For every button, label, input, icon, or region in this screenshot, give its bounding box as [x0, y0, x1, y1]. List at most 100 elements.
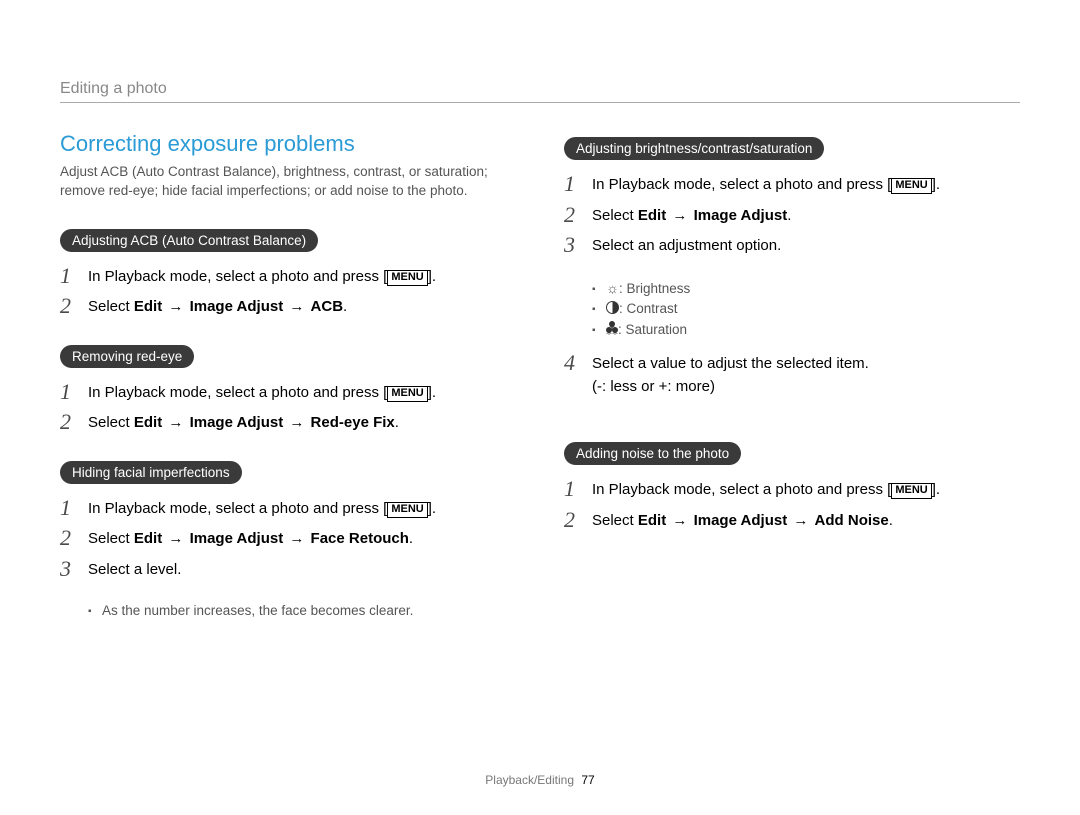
text: ].: [428, 384, 436, 401]
steps-redeye: 1 In Playback mode, select a photo and p…: [60, 380, 516, 435]
bold-text: Image Adjust: [190, 298, 284, 315]
step-text: In Playback mode, select a photo and pre…: [88, 496, 516, 521]
step: 2 Select Edit → Image Adjust → Face Reto…: [60, 526, 516, 551]
step: 1 In Playback mode, select a photo and p…: [564, 477, 1020, 502]
running-header: Editing a photo: [60, 80, 1020, 98]
text: Select: [88, 414, 130, 431]
text: ].: [428, 500, 436, 517]
text: In Playback mode, select a photo and pre…: [88, 500, 387, 517]
step: 3 Select an adjustment option.: [564, 233, 1020, 258]
menu-button-icon: MENU: [387, 386, 427, 402]
step: 2 Select Edit → Image Adjust.: [564, 203, 1020, 228]
note-list: As the number increases, the face become…: [60, 601, 516, 622]
menu-button-icon: MENU: [387, 270, 427, 286]
step-number: 4: [564, 351, 592, 375]
note-item: As the number increases, the face become…: [88, 601, 516, 622]
page-footer: Playback/Editing 77: [0, 773, 1080, 787]
arrow-icon: →: [670, 512, 689, 529]
step: 3 Select a level.: [60, 557, 516, 582]
step-text: Select Edit → Image Adjust → Face Retouc…: [88, 526, 516, 551]
step: 1 In Playback mode, select a photo and p…: [564, 172, 1020, 197]
option-saturation: : Saturation: [592, 320, 1020, 341]
step-text: Select Edit → Image Adjust → ACB.: [88, 294, 516, 319]
steps-face: 1 In Playback mode, select a photo and p…: [60, 496, 516, 582]
arrow-icon: →: [166, 414, 185, 431]
step-text: Select Edit → Image Adjust.: [592, 203, 1020, 228]
step: 1 In Playback mode, select a photo and p…: [60, 496, 516, 521]
bold-text: Edit: [638, 512, 666, 529]
menu-button-icon: MENU: [891, 483, 931, 499]
adjustment-options: : Brightness : Contrast : Saturation: [564, 278, 1020, 342]
step-number: 1: [60, 496, 88, 520]
step-number: 1: [60, 264, 88, 288]
bold-text: Image Adjust: [190, 414, 284, 431]
step-number: 2: [60, 526, 88, 550]
header-rule: [60, 102, 1020, 103]
text: In Playback mode, select a photo and pre…: [88, 384, 387, 401]
text: Select: [88, 298, 130, 315]
menu-button-icon: MENU: [891, 178, 931, 194]
option-brightness: : Brightness: [592, 278, 1020, 300]
text: In Playback mode, select a photo and pre…: [592, 176, 891, 193]
step-number: 2: [564, 203, 592, 227]
bold-text: Edit: [134, 414, 162, 431]
text: Select: [592, 207, 634, 224]
step: 4 Select a value to adjust the selected …: [564, 351, 1020, 398]
step-number: 1: [60, 380, 88, 404]
subheading-acb: Adjusting ACB (Auto Contrast Balance): [60, 229, 318, 252]
step-number: 2: [564, 508, 592, 532]
step-text: Select a level.: [88, 557, 516, 582]
text: Select a value to adjust the selected it…: [592, 355, 869, 372]
right-column: Adjusting brightness/contrast/saturation…: [564, 131, 1020, 632]
subheading-face: Hiding facial imperfections: [60, 461, 242, 484]
note-text: As the number increases, the face become…: [102, 603, 413, 618]
text: Select: [592, 512, 634, 529]
step-number: 3: [564, 233, 592, 257]
step-number: 2: [60, 294, 88, 318]
bold-text: Edit: [134, 298, 162, 315]
step-number: 1: [564, 477, 592, 501]
step-text: Select an adjustment option.: [592, 233, 1020, 258]
option-contrast: : Contrast: [592, 299, 1020, 320]
left-column: Correcting exposure problems Adjust ACB …: [60, 131, 516, 632]
page-number: 77: [581, 773, 594, 787]
menu-button-icon: MENU: [387, 502, 427, 518]
text: ].: [428, 268, 436, 285]
manual-page: Editing a photo Correcting exposure prob…: [0, 0, 1080, 815]
saturation-icon: [606, 321, 618, 333]
bold-text: Red-eye Fix: [311, 414, 395, 431]
contrast-icon: [606, 301, 619, 314]
step-text: In Playback mode, select a photo and pre…: [592, 477, 1020, 502]
option-label: : Contrast: [619, 301, 678, 316]
step-text: In Playback mode, select a photo and pre…: [88, 264, 516, 289]
arrow-icon: →: [791, 512, 810, 529]
bold-text: Image Adjust: [190, 530, 284, 547]
content-columns: Correcting exposure problems Adjust ACB …: [60, 131, 1020, 632]
brightness-icon: [606, 278, 619, 300]
arrow-icon: →: [287, 530, 306, 547]
subheading-redeye: Removing red-eye: [60, 345, 194, 368]
bold-text: Image Adjust: [694, 207, 788, 224]
arrow-icon: →: [166, 530, 185, 547]
option-label: : Brightness: [619, 281, 690, 296]
step: 2 Select Edit → Image Adjust → ACB.: [60, 294, 516, 319]
step: 1 In Playback mode, select a photo and p…: [60, 380, 516, 405]
text: In Playback mode, select a photo and pre…: [592, 481, 891, 498]
text: (-: less or +: more): [592, 378, 715, 395]
footer-section: Playback/Editing: [485, 773, 574, 787]
bold-text: Edit: [638, 207, 666, 224]
text: ].: [932, 176, 940, 193]
bold-text: Add Noise: [815, 512, 889, 529]
arrow-icon: →: [287, 298, 306, 315]
page-title: Correcting exposure problems: [60, 131, 516, 157]
steps-noise: 1 In Playback mode, select a photo and p…: [564, 477, 1020, 532]
step-text: Select a value to adjust the selected it…: [592, 351, 1020, 398]
arrow-icon: →: [166, 298, 185, 315]
step-text: Select Edit → Image Adjust → Red-eye Fix…: [88, 410, 516, 435]
step-number: 3: [60, 557, 88, 581]
text: In Playback mode, select a photo and pre…: [88, 268, 387, 285]
subheading-noise: Adding noise to the photo: [564, 442, 741, 465]
option-label: : Saturation: [618, 322, 687, 337]
bold-text: ACB: [311, 298, 344, 315]
intro-paragraph: Adjust ACB (Auto Contrast Balance), brig…: [60, 163, 516, 201]
